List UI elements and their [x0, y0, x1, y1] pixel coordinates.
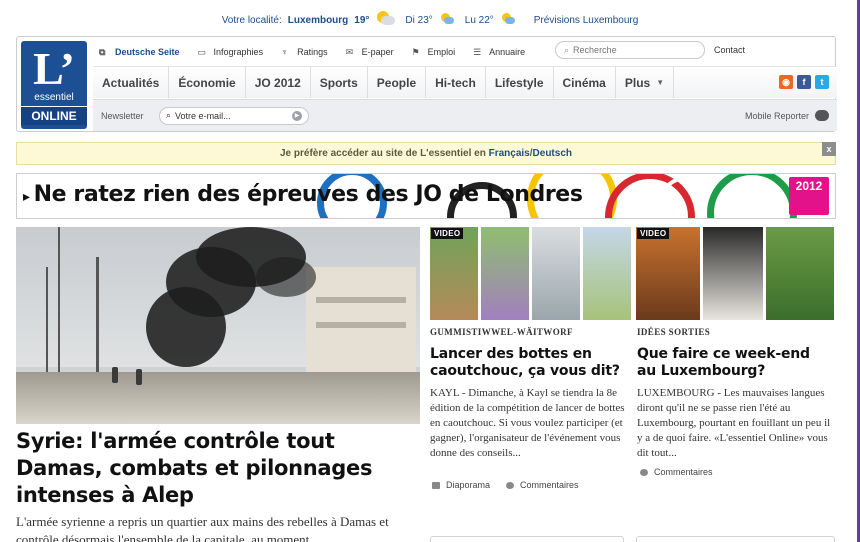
search-input[interactable]	[573, 45, 694, 55]
forecast-day-1: Di 23°	[405, 14, 433, 26]
nav-actualites[interactable]: Actualités	[93, 67, 170, 98]
play-arrow-icon: ▸	[23, 189, 30, 205]
logo-letter: L’	[33, 43, 75, 94]
olympic-ring-green	[707, 174, 797, 218]
sun-shower-icon	[500, 12, 520, 28]
language-prompt: Je préfère accéder au site de L'essentie…	[280, 148, 486, 159]
newsletter-email-input[interactable]	[175, 110, 286, 121]
story3-meta: Commentaires	[640, 467, 713, 477]
newsletter-box[interactable]: ⌕ ▶	[159, 106, 309, 125]
thumbnail[interactable]: VIDEO	[430, 227, 478, 320]
story3-kicker: IDÉES SORTIES	[637, 327, 711, 337]
close-icon[interactable]: x	[822, 142, 836, 156]
site-logo[interactable]: L’ essentiel ONLINE	[21, 41, 87, 129]
language-bar: Je préfère accéder au site de L'essentie…	[16, 142, 836, 165]
story2-headline[interactable]: Lancer des bottes en caoutchouc, ça vous…	[430, 346, 626, 380]
monitor-icon: ▭	[197, 46, 207, 57]
nav-cinema[interactable]: Cinéma	[554, 67, 616, 98]
logo-word-essentiel: essentiel	[34, 92, 74, 103]
thumbnail[interactable]	[532, 227, 580, 320]
thumbnail[interactable]	[583, 227, 631, 320]
main-story-headline[interactable]: Syrie: l'armée contrôle tout Damas, comb…	[16, 428, 420, 509]
forecast-link[interactable]: Prévisions Luxembourg	[534, 15, 639, 26]
london-2012-logo: 2012	[789, 177, 829, 215]
mobile-reporter-link[interactable]: Mobile Reporter	[745, 110, 829, 121]
thumbnail[interactable]	[703, 227, 763, 320]
nav-sports[interactable]: Sports	[311, 67, 368, 98]
story2-comments-link[interactable]: Commentaires	[520, 480, 579, 490]
camera-icon	[432, 481, 440, 489]
contact-link[interactable]: Contact	[714, 45, 745, 55]
comment-icon	[640, 468, 648, 476]
comment-icon	[506, 481, 515, 489]
util-link-emploi[interactable]: ⚑ Emploi	[412, 47, 456, 57]
video-badge: VIDEO	[431, 228, 464, 239]
story3-comments-link[interactable]: Commentaires	[654, 467, 713, 477]
locality-label: Votre localité:	[221, 14, 282, 26]
main-story-lede: L'armée syrienne a repris un quartier au…	[16, 514, 389, 542]
story3-headline[interactable]: Que faire ce week-end au Luxembourg?	[637, 346, 829, 380]
story2-slideshow-link[interactable]: Diaporama	[446, 480, 490, 490]
nav-lifestyle[interactable]: Lifestyle	[486, 67, 554, 98]
main-story-photo[interactable]	[16, 227, 420, 424]
sun-cloud-icon	[375, 10, 399, 30]
story2-kicker: GUMMISTIWWEL-WÄITWORF	[430, 327, 573, 337]
video-badge: VIDEO	[637, 228, 670, 239]
sun-shower-icon	[439, 12, 459, 28]
list-icon: ☰	[473, 46, 482, 57]
nav-people[interactable]: People	[368, 67, 427, 98]
twitter-icon[interactable]: t	[815, 75, 829, 89]
search-icon: ⌕	[166, 110, 172, 120]
flag-icon: ⚑	[411, 46, 420, 57]
story2-meta: Diaporama Commentaires	[432, 480, 579, 490]
facebook-icon[interactable]: f	[797, 75, 811, 89]
locality-city[interactable]: Luxembourg	[288, 15, 349, 26]
forecast-day-2: Lu 22°	[464, 14, 494, 26]
search-icon: ⌕	[564, 44, 570, 55]
logo-word-online: ONLINE	[21, 106, 87, 125]
thumbnail[interactable]: VIDEO	[636, 227, 700, 320]
util-link-annuaire[interactable]: ☰ Annuaire	[473, 47, 525, 57]
util-link-epaper[interactable]: ✉ E-paper	[346, 47, 394, 57]
story2-lede: KAYL - Dimanche, à Kayl se tiendra la 8e…	[430, 387, 625, 459]
person-figure	[136, 369, 142, 385]
social-links: ◉ f t	[779, 75, 829, 89]
nav-economie[interactable]: Économie	[169, 67, 246, 98]
submit-arrow-icon[interactable]: ▶	[292, 110, 302, 121]
speech-bubble-icon	[815, 110, 829, 121]
nav-jo-2012[interactable]: JO 2012	[246, 67, 311, 98]
trophy-icon: ♆	[281, 46, 288, 57]
current-temp: 19°	[354, 14, 370, 26]
nav-hi-tech[interactable]: Hi-tech	[426, 67, 486, 98]
nav-plus[interactable]: Plus ▼	[616, 67, 675, 98]
util-link-infographies[interactable]: ▭ Infographies	[198, 47, 264, 57]
envelope-icon: ✉	[345, 46, 354, 57]
rss-icon[interactable]: ◉	[779, 75, 793, 89]
thumbnail[interactable]	[481, 227, 529, 320]
search-box[interactable]: ⌕	[555, 41, 705, 59]
olympics-banner[interactable]: ▸ Ne ratez rien des épreuves des JO de Lo…	[16, 173, 836, 219]
thumbnail[interactable]	[766, 227, 834, 320]
util-link-deutsche-seite[interactable]: ⧉ Deutsche Seite	[99, 47, 180, 57]
util-link-ratings[interactable]: ♆ Ratings	[281, 47, 328, 57]
story2-thumbnails[interactable]: VIDEO	[430, 227, 631, 320]
banner-headline: ▸ Ne ratez rien des épreuves des JO de Lo…	[23, 182, 583, 207]
next-section-edge	[430, 536, 835, 542]
newsletter-label: Newsletter	[101, 110, 144, 121]
caret-down-icon: ▼	[656, 78, 665, 87]
main-nav: Actualités Économie JO 2012 Sports Peopl…	[93, 66, 837, 98]
external-link-icon: ⧉	[99, 46, 106, 57]
story3-thumbnails[interactable]: VIDEO	[636, 227, 834, 320]
page: Votre localité: Luxembourg 19° Di 23° Lu…	[0, 0, 860, 542]
newsletter-row: Newsletter ⌕ ▶ Mobile Reporter	[93, 99, 837, 131]
story3-lede: LUXEMBOURG - Les mauvaises langues diron…	[637, 387, 831, 459]
site-header: L’ essentiel ONLINE ⧉ Deutsche Seite ▭ I…	[16, 36, 837, 132]
weather-bar: Votre localité: Luxembourg 19° Di 23° Lu…	[0, 8, 860, 32]
lang-link-francais[interactable]: Français	[489, 148, 530, 159]
lang-link-deutsch[interactable]: Deutsch	[533, 148, 572, 159]
